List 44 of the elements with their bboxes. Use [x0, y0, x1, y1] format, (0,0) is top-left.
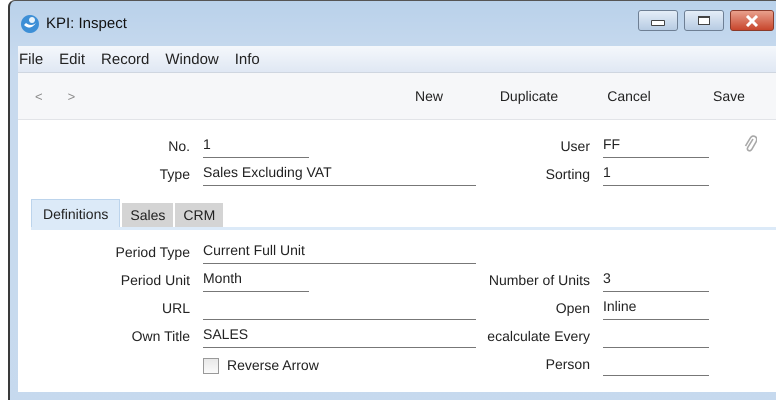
input-field[interactable]: Sales Excluding VAT	[203, 164, 476, 186]
paperclip-icon[interactable]	[743, 133, 757, 153]
field-label: Own Title	[130, 328, 191, 346]
field-label: No.	[167, 138, 191, 156]
input-field[interactable]: Current Full Unit	[203, 242, 476, 264]
tab[interactable]: Sales	[122, 203, 174, 227]
app-logo-icon	[20, 14, 40, 34]
field-label: Period Type	[114, 244, 191, 262]
menu-item[interactable]: Info	[234, 50, 268, 68]
maximize-button[interactable]	[684, 10, 724, 31]
toolbar-button[interactable]: Duplicate	[479, 88, 579, 104]
toolbar-button[interactable]: New	[379, 88, 479, 104]
field-label: Number of Units	[488, 272, 591, 290]
minimize-icon	[651, 20, 665, 26]
field-label: ecalculate Every	[486, 328, 591, 346]
menu-item[interactable]: File	[19, 50, 52, 68]
field-label: Open	[554, 300, 591, 318]
input-field[interactable]: Inline	[603, 298, 709, 320]
checkbox[interactable]	[203, 358, 219, 374]
window-title: KPI: Inspect	[46, 15, 127, 32]
field-label: User	[559, 138, 591, 156]
maximize-icon	[698, 16, 710, 25]
input-field[interactable]: 1	[603, 164, 709, 186]
field-label: Sorting	[544, 166, 591, 184]
input-field[interactable]: 1	[203, 136, 309, 158]
field-label: Person	[544, 356, 591, 374]
toolbar-button[interactable]: Save	[679, 88, 776, 104]
tab[interactable]: Definitions	[31, 199, 120, 227]
menu-item[interactable]: Edit	[59, 50, 94, 68]
field-label: URL	[160, 300, 191, 318]
close-button[interactable]	[730, 10, 774, 31]
checkbox-label: Reverse Arrow	[227, 357, 319, 375]
menu-item[interactable]: Window	[165, 50, 227, 68]
tab[interactable]: CRM	[175, 203, 224, 227]
menu-item[interactable]: Record	[101, 50, 158, 68]
field-label: Period Unit	[120, 272, 191, 290]
toolbar-button[interactable]: Cancel	[579, 88, 679, 104]
minimize-button[interactable]	[638, 10, 678, 31]
field-label: Type	[158, 166, 191, 184]
input-field[interactable]: SALES	[203, 326, 476, 348]
input-field[interactable]: Month	[203, 270, 309, 292]
close-icon	[745, 14, 759, 26]
input-field[interactable]: FF	[603, 136, 709, 158]
input-field[interactable]: 3	[603, 270, 709, 292]
